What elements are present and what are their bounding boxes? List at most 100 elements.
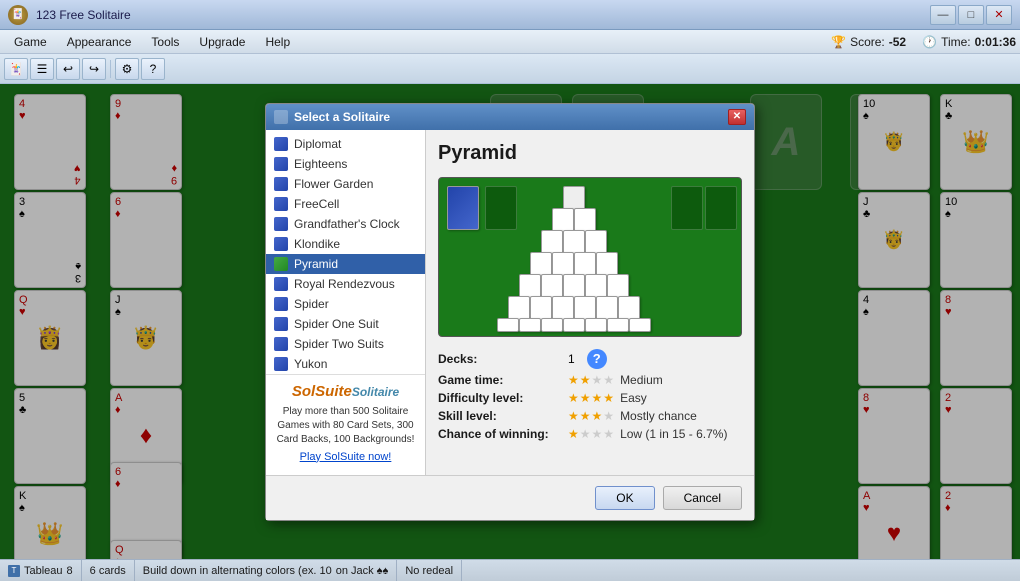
pyramid-r7-c1 (497, 318, 519, 332)
game-list-item-yukon[interactable]: Yukon (266, 354, 425, 374)
status-redeal: No redeal (397, 560, 462, 581)
difficulty-stars: ★ ★ ★ ★ (568, 391, 614, 405)
dstar-2: ★ (580, 391, 591, 405)
game-stats: Decks: 1 ? Game time: ★ ★ (438, 349, 742, 441)
decks-number: 1 (568, 352, 575, 366)
gametime-text: Medium (620, 373, 663, 387)
dialog-title-icon (274, 110, 288, 124)
pyramid-r7-c7 (629, 318, 651, 332)
game-icon (274, 237, 288, 251)
stat-skill-value: ★ ★ ★ ★ Mostly chance (568, 409, 697, 423)
preview-stock (447, 186, 479, 230)
close-button[interactable]: ✕ (986, 5, 1012, 25)
toolbar: 🃏 ☰ ↩ ↪ ⚙ ? (0, 54, 1020, 84)
game-icon (274, 337, 288, 351)
toolbar-btn-1[interactable]: 🃏 (4, 58, 28, 80)
score-display: 🏆 Score: -52 (831, 35, 906, 49)
game-list-item-klondike[interactable]: Klondike (266, 234, 425, 254)
ok-button[interactable]: OK (595, 486, 654, 510)
help-button[interactable]: ? (587, 349, 607, 369)
difficulty-text: Easy (620, 391, 647, 405)
game-list-item-diplomat[interactable]: Diplomat (266, 134, 425, 154)
menu-game[interactable]: Game (4, 33, 57, 51)
game-list-item-spider-two-suits[interactable]: Spider Two Suits (266, 334, 425, 354)
game-icon (274, 217, 288, 231)
toolbar-btn-2[interactable]: ☰ (30, 58, 54, 80)
score-icon: 🏆 (831, 35, 846, 49)
star-2: ★ (580, 373, 591, 387)
sstar-3: ★ (592, 409, 603, 423)
instruction-text: Build down in alternating colors (ex. 10 (143, 565, 332, 577)
sstar-2: ★ (580, 409, 591, 423)
pyramid-r7-c2 (519, 318, 541, 332)
winning-stars: ★ ★ ★ ★ (568, 427, 614, 441)
stat-skill: Skill level: ★ ★ ★ ★ Mostly chance (438, 409, 742, 423)
solsuite-link[interactable]: Play SolSuite now! (274, 451, 417, 463)
minimize-button[interactable]: — (930, 5, 956, 25)
game-name-label: Pyramid (294, 257, 338, 271)
stat-decks-label: Decks: (438, 352, 568, 366)
game-icon (274, 277, 288, 291)
game-list-item-grandfather's-clock[interactable]: Grandfather's Clock (266, 214, 425, 234)
game-name-label: Flower Garden (294, 177, 373, 191)
gametime-stars: ★ ★ ★ ★ (568, 373, 614, 387)
cancel-button[interactable]: Cancel (663, 486, 742, 510)
solsuite-logo: SolSuiteSolitaire (274, 383, 417, 401)
stat-difficulty: Difficulty level: ★ ★ ★ ★ Easy (438, 391, 742, 405)
game-icon (274, 257, 288, 271)
game-list-item-pyramid[interactable]: Pyramid (266, 254, 425, 274)
game-list-item-eighteens[interactable]: Eighteens (266, 154, 425, 174)
solsuite-promo: SolSuiteSolitaire Play more than 500 Sol… (266, 374, 425, 471)
title-bar: 🃏 123 Free Solitaire — □ ✕ (0, 0, 1020, 30)
title-bar-left: 🃏 123 Free Solitaire (8, 5, 131, 25)
cards-count: 6 cards (90, 565, 126, 577)
game-list-item-freecell[interactable]: FreeCell (266, 194, 425, 214)
game-name-label: FreeCell (294, 197, 339, 211)
tableau-count: 8 (67, 565, 73, 577)
score-value: -52 (889, 35, 906, 49)
preview-waste (485, 186, 517, 230)
menu-right: 🏆 Score: -52 🕐 Time: 0:01:36 (831, 35, 1016, 49)
solsuite-text: Play more than 500 Solitaire Games with … (274, 405, 417, 447)
stat-gametime-value: ★ ★ ★ ★ Medium (568, 373, 663, 387)
time-label: Time: (941, 35, 971, 49)
pyramid-r7-c4 (563, 318, 585, 332)
game-name-label: Grandfather's Clock (294, 217, 400, 231)
game-name-label: Spider One Suit (294, 317, 379, 331)
preview-placeholder-2 (705, 186, 737, 230)
stat-skill-label: Skill level: (438, 409, 568, 423)
game-name-label: Spider (294, 297, 329, 311)
sstar-1: ★ (568, 409, 579, 423)
game-list-item-spider[interactable]: Spider (266, 294, 425, 314)
game-detail-panel: Pyramid (426, 130, 754, 475)
dstar-1: ★ (568, 391, 579, 405)
wstar-3: ★ (592, 427, 603, 441)
status-instruction: Build down in alternating colors (ex. 10… (135, 560, 398, 581)
dialog-close-button[interactable]: ✕ (728, 109, 746, 125)
game-list-item-spider-one-suit[interactable]: Spider One Suit (266, 314, 425, 334)
select-solitaire-dialog: Select a Solitaire ✕ DiplomatEighteensFl… (265, 103, 755, 521)
menu-appearance[interactable]: Appearance (57, 33, 142, 51)
game-list-item-flower-garden[interactable]: Flower Garden (266, 174, 425, 194)
game-area: A A A A 4♥ 4♥ 3♠ 3♠ Q♥ 👸 5♣ K♠ 👑 9♦ 9♦ 6… (0, 84, 1020, 559)
menu-help[interactable]: Help (255, 33, 300, 51)
toolbar-btn-3[interactable]: ↩ (56, 58, 80, 80)
tableau-label: Tableau (24, 565, 63, 577)
score-label: Score: (850, 35, 885, 49)
toolbar-btn-4[interactable]: ↪ (82, 58, 106, 80)
pyramid-r7-c5 (585, 318, 607, 332)
game-name-label: Klondike (294, 237, 340, 251)
maximize-button[interactable]: □ (958, 5, 984, 25)
stat-winning: Chance of winning: ★ ★ ★ ★ Low (1 in 15 … (438, 427, 742, 441)
toolbar-btn-help[interactable]: ? (141, 58, 165, 80)
menu-upgrade[interactable]: Upgrade (189, 33, 255, 51)
title-text: 123 Free Solitaire (36, 8, 131, 22)
menu-tools[interactable]: Tools (141, 33, 189, 51)
stat-decks-value: 1 ? (568, 349, 607, 369)
game-list-item-royal-rendezvous[interactable]: Royal Rendezvous (266, 274, 425, 294)
toolbar-btn-5[interactable]: ⚙ (115, 58, 139, 80)
stat-winning-label: Chance of winning: (438, 427, 568, 441)
on-text: on Jack ♠♠ (336, 565, 389, 577)
winning-text: Low (1 in 15 - 6.7%) (620, 427, 727, 441)
stat-decks: Decks: 1 ? (438, 349, 742, 369)
